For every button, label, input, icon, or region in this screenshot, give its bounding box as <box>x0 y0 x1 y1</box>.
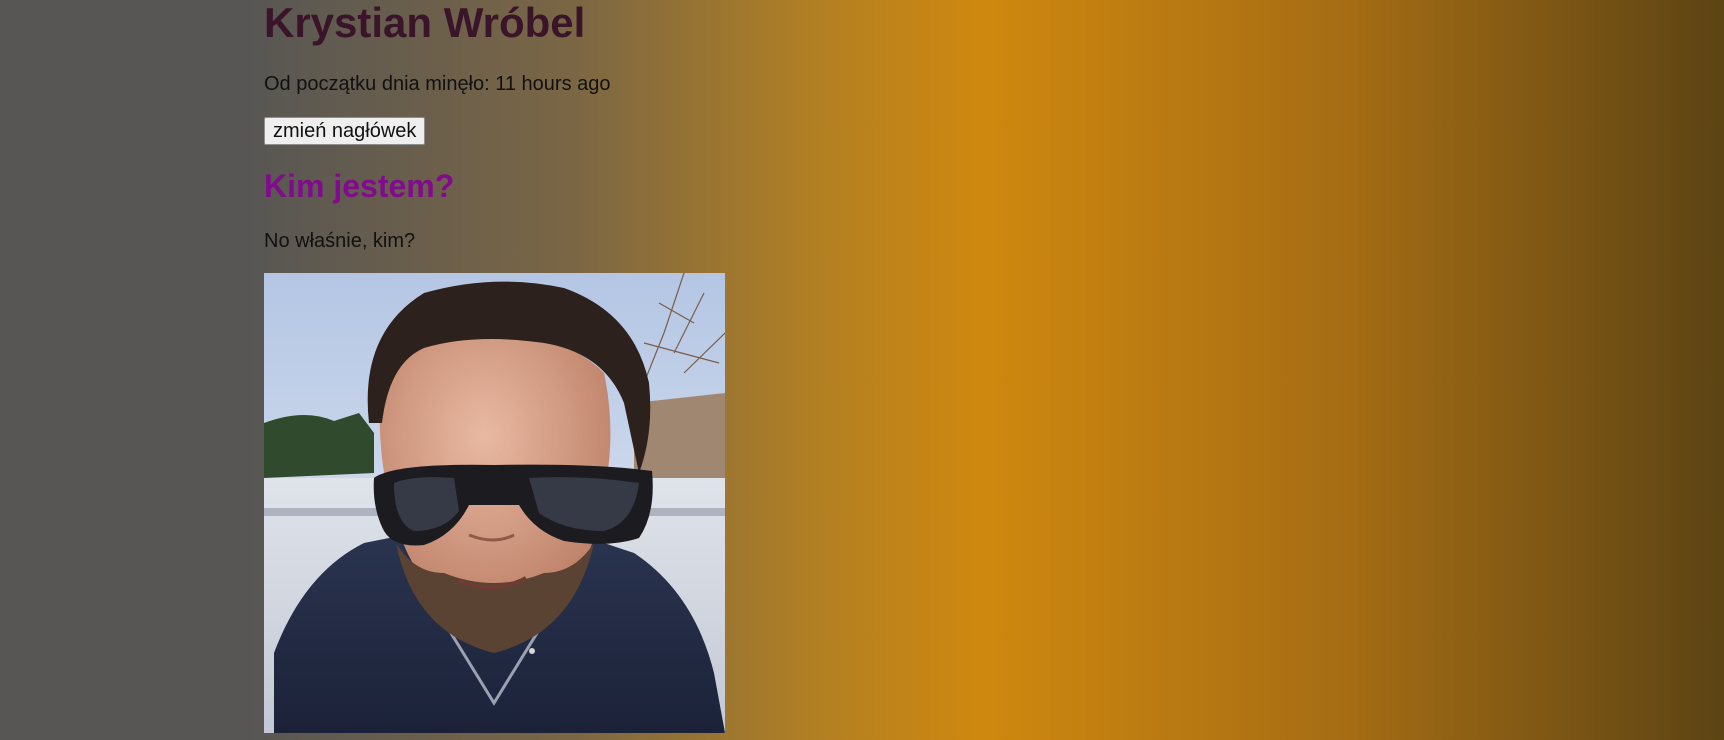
about-text: No właśnie, kim? <box>264 230 416 252</box>
about-heading: Kim jestem? <box>264 168 455 204</box>
elapsed-time-text: Od początku dnia minęło: 11 hours ago <box>264 73 611 95</box>
profile-photo <box>264 273 725 733</box>
change-header-button[interactable]: zmień nagłówek <box>264 117 426 145</box>
page-title: Krystian Wróbel <box>264 0 586 46</box>
photo-trees-left <box>264 413 374 478</box>
